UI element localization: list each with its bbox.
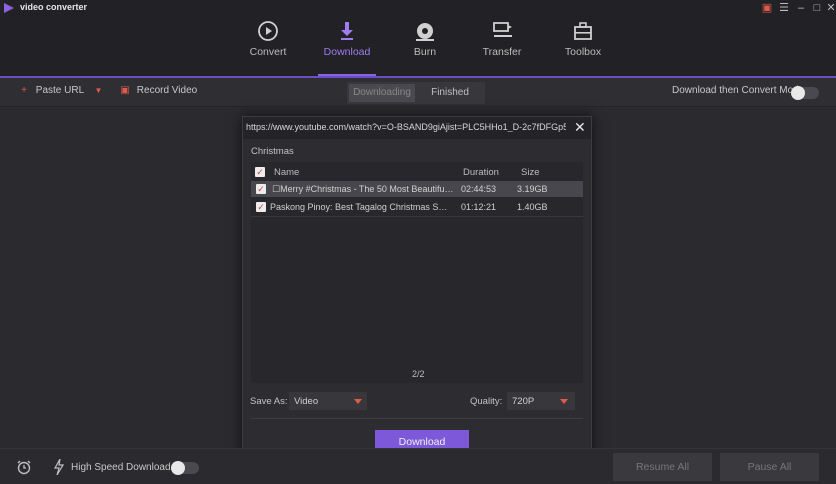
item-name: ☐Merry #Christmas - The 50 Most Beautifu… — [272, 184, 454, 194]
bottom-bar: High Speed Download Resume All Pause All — [0, 448, 836, 484]
save-as-value: Video — [294, 396, 319, 407]
dialog-divider — [251, 418, 583, 419]
nav-transfer-label: Transfer — [482, 46, 522, 58]
main-nav: Convert Download Burn Transfer Toolbox — [0, 16, 836, 76]
plus-icon: + — [21, 85, 27, 96]
gift-icon[interactable]: ▣ — [760, 1, 774, 15]
tab-finished[interactable]: Finished — [417, 82, 483, 104]
save-as-arrow-icon — [354, 399, 362, 404]
column-name: Name — [274, 167, 300, 178]
save-as-select[interactable]: Video — [289, 392, 367, 410]
close-window-icon[interactable]: ✕ — [824, 1, 836, 15]
convert-mode-label: Download then Convert Mode — [672, 85, 805, 96]
dialog-header: https://www.youtube.com/watch?v=O-BSAND9… — [243, 117, 591, 139]
list-item[interactable]: ✓ ☐Merry #Christmas - The 50 Most Beauti… — [251, 181, 583, 197]
nav-transfer[interactable]: Transfer — [462, 16, 542, 76]
nav-convert[interactable]: Convert — [228, 16, 308, 76]
toolbar: + Paste URL ▼ ▣ Record Video Downloading… — [0, 78, 836, 107]
convert-mode-toggle[interactable] — [791, 86, 819, 100]
playlist-title: Christmas — [251, 146, 294, 157]
app-logo-icon — [4, 3, 14, 13]
download-dialog: https://www.youtube.com/watch?v=O-BSAND9… — [242, 116, 592, 468]
app-title: video converter — [20, 2, 88, 12]
video-url: https://www.youtube.com/watch?v=O-BSAND9… — [246, 122, 566, 132]
title-bar: video converter ▣ ☰ – □ ✕ — [0, 0, 836, 16]
nav-download-label: Download — [323, 46, 371, 58]
item-size: 1.40GB — [517, 202, 548, 212]
item-checkbox[interactable]: ✓ — [256, 202, 266, 212]
paste-url-button[interactable]: + Paste URL ▼ — [18, 85, 102, 96]
list-item[interactable]: ✓ Paskong Pinoy: Best Tagalog Christmas … — [251, 199, 583, 215]
item-count: 2/2 — [412, 369, 425, 379]
close-icon[interactable]: ✕ — [574, 119, 586, 136]
select-all-checkbox[interactable]: ✓ — [255, 167, 265, 177]
disc-icon — [416, 23, 434, 41]
column-size: Size — [521, 167, 540, 178]
nav-toolbox[interactable]: Toolbox — [543, 16, 623, 76]
video-list: ✓ Name Duration Size ✓ ☐Merry #Christmas… — [251, 162, 583, 383]
item-checkbox[interactable]: ✓ — [256, 184, 266, 194]
nav-burn-label: Burn — [413, 46, 437, 58]
quality-label: Quality: — [470, 396, 503, 407]
high-speed-label: High Speed Download — [71, 462, 171, 473]
item-duration: 02:44:53 — [461, 184, 497, 194]
menu-icon[interactable]: ☰ — [777, 1, 791, 15]
play-circle-icon — [258, 21, 278, 41]
minimize-icon[interactable]: – — [794, 1, 808, 15]
quality-arrow-icon — [560, 399, 568, 404]
nav-convert-label: Convert — [249, 46, 287, 58]
alarm-clock-icon[interactable] — [16, 459, 32, 475]
item-size: 3.19GB — [517, 184, 548, 194]
high-speed-toggle-knob — [171, 461, 185, 475]
resume-all-button[interactable]: Resume All — [613, 453, 712, 481]
tab-downloading[interactable]: Downloading — [349, 84, 415, 102]
item-duration: 01:12:21 — [461, 202, 497, 212]
nav-toolbox-label: Toolbox — [564, 46, 602, 58]
transfer-icon — [493, 22, 512, 37]
camera-icon: ▣ — [120, 85, 130, 96]
list-header: ✓ Name Duration Size — [251, 162, 583, 180]
save-as-label: Save As: — [250, 396, 288, 407]
column-duration: Duration — [463, 167, 499, 178]
nav-burn[interactable]: Burn — [385, 16, 465, 76]
quality-select[interactable]: 720P — [507, 392, 575, 410]
maximize-icon[interactable]: □ — [810, 1, 824, 15]
caret-down-icon[interactable]: ▼ — [95, 86, 103, 95]
download-status-tabs: Downloading Finished — [347, 82, 485, 104]
record-video-label: Record Video — [136, 85, 198, 96]
row-divider — [251, 216, 583, 217]
toolbox-icon — [574, 22, 592, 40]
record-video-button[interactable]: ▣ Record Video — [119, 85, 197, 96]
item-name: Paskong Pinoy: Best Tagalog Christmas So… — [270, 202, 452, 212]
convert-mode-toggle-knob — [791, 86, 805, 100]
high-speed-toggle[interactable] — [171, 461, 199, 475]
lightning-icon — [54, 459, 64, 475]
nav-download[interactable]: Download — [307, 16, 387, 76]
paste-url-label: Paste URL — [35, 85, 84, 96]
pause-all-button[interactable]: Pause All — [720, 453, 819, 481]
quality-value: 720P — [512, 396, 535, 407]
download-icon — [341, 22, 353, 40]
